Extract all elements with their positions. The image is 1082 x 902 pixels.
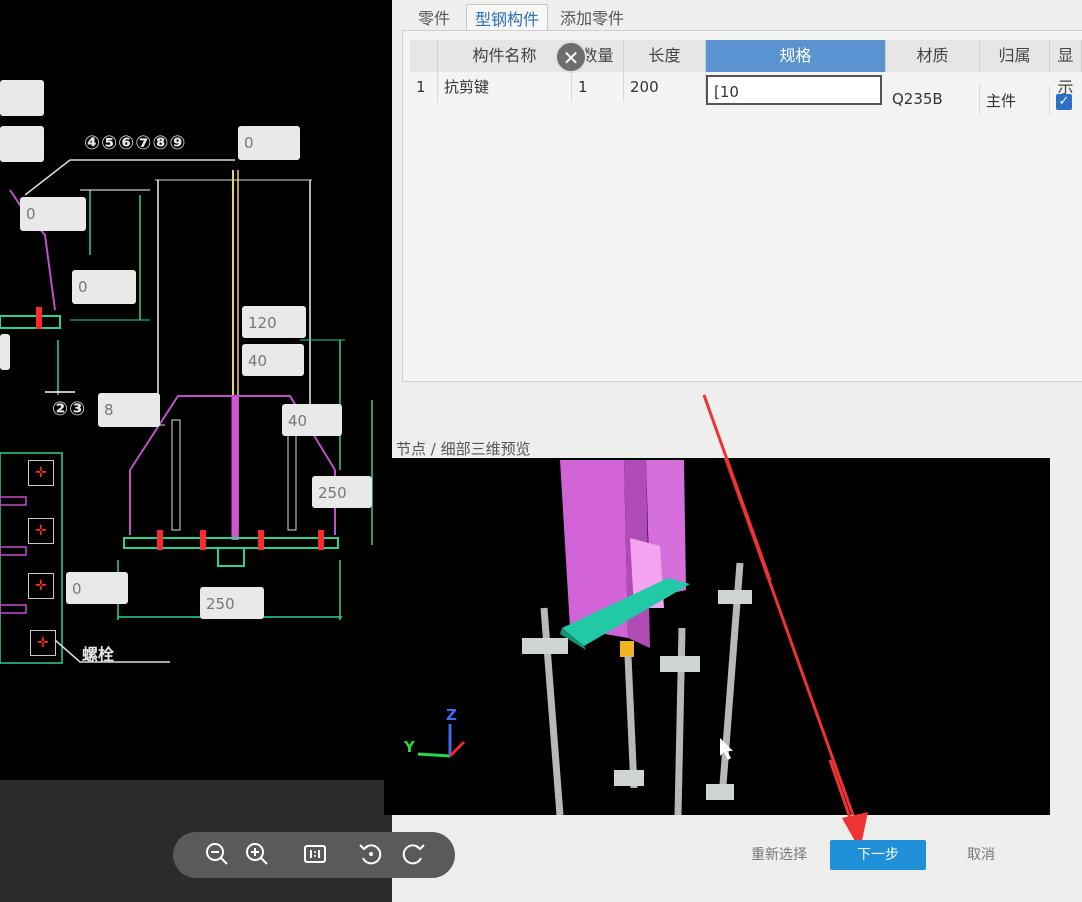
table-header-spec[interactable]: 规格 bbox=[706, 40, 886, 72]
cad-drawing-panel: ④⑤⑥⑦⑧⑨ 0 0 0 120 40 ②③ 8 40 250 0 250 ✛ … bbox=[0, 0, 392, 780]
dimension-box[interactable]: 0 bbox=[20, 197, 86, 231]
cell-name[interactable]: 抗剪键 bbox=[438, 72, 572, 102]
zoom-out-icon[interactable] bbox=[203, 840, 231, 868]
3d-preview-viewport[interactable]: Y Z bbox=[384, 458, 1050, 815]
rotate-left-icon[interactable] bbox=[357, 840, 385, 868]
cell-qty[interactable]: 1 bbox=[572, 72, 624, 102]
rotate-right-icon[interactable] bbox=[399, 840, 427, 868]
part-number-markers-top: ④⑤⑥⑦⑧⑨ bbox=[84, 132, 187, 154]
table-header-length[interactable]: 长度 bbox=[624, 40, 706, 72]
dimension-box[interactable]: 8 bbox=[98, 393, 160, 427]
dimension-box[interactable]: 120 bbox=[242, 306, 306, 338]
part-number-markers-mid: ②③ bbox=[52, 398, 87, 420]
image-viewer-toolbar bbox=[173, 832, 455, 878]
bolt-label: 螺栓 bbox=[82, 645, 115, 664]
close-icon[interactable]: ✕ bbox=[555, 41, 587, 73]
bolt-symbol: ✛ bbox=[28, 518, 54, 544]
dimension-box[interactable]: 250 bbox=[312, 476, 372, 508]
axis-z-label: Z bbox=[446, 706, 457, 724]
preview-title: 节点 / 细部三维预览 bbox=[396, 440, 531, 458]
actual-size-icon[interactable] bbox=[301, 840, 329, 868]
dimension-box[interactable] bbox=[0, 126, 44, 162]
axis-y-label: Y bbox=[404, 738, 415, 756]
bolt-symbol: ✛ bbox=[28, 573, 54, 599]
cell-material[interactable]: Q235B bbox=[886, 84, 980, 114]
next-step-button[interactable]: 下一步 bbox=[830, 840, 926, 870]
cell-belong[interactable]: 主件 bbox=[980, 86, 1050, 116]
dimension-box[interactable]: 0 bbox=[66, 572, 128, 604]
table-header-belong[interactable]: 归属 bbox=[980, 40, 1050, 72]
table-header-name[interactable]: 构件名称 bbox=[438, 40, 572, 72]
show-checkbox[interactable]: ✓ bbox=[1056, 94, 1072, 110]
dimension-box[interactable]: 40 bbox=[242, 344, 304, 376]
dimension-box[interactable]: 40 bbox=[282, 404, 342, 436]
dimension-box[interactable]: 250 bbox=[200, 587, 264, 619]
3d-model-render bbox=[417, 458, 855, 815]
dimension-box[interactable]: 0 bbox=[72, 270, 136, 304]
bolt-symbol: ✛ bbox=[28, 460, 54, 486]
bolt-symbol: ✛ bbox=[30, 630, 56, 656]
table-header-material[interactable]: 材质 bbox=[886, 40, 980, 72]
cad-drawing-lines bbox=[0, 159, 373, 664]
reselect-button[interactable]: 重新选择 bbox=[738, 840, 820, 870]
cell-spec-input[interactable]: [10 bbox=[706, 75, 882, 105]
zoom-in-icon[interactable] bbox=[243, 840, 271, 868]
dimension-box[interactable]: 0 bbox=[238, 126, 300, 160]
table-header-index bbox=[410, 40, 438, 72]
cell-length[interactable]: 200 bbox=[624, 72, 706, 102]
cancel-button[interactable]: 取消 bbox=[946, 840, 1016, 870]
dimension-box[interactable] bbox=[0, 80, 44, 116]
row-index: 1 bbox=[410, 72, 438, 102]
table-header-show[interactable]: 显示 bbox=[1050, 40, 1082, 97]
dimension-box[interactable] bbox=[0, 334, 10, 370]
